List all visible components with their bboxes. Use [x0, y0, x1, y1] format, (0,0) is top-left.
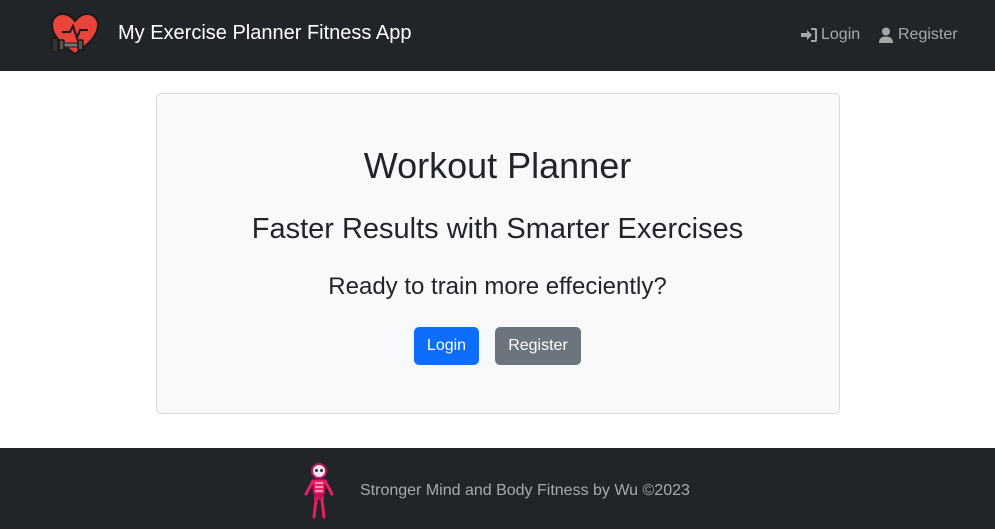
- footer-copyright: Stronger Mind and Body Fitness by Wu ©20…: [360, 482, 690, 499]
- skeleton-icon: [304, 463, 334, 519]
- page-title: Workout Planner: [363, 145, 632, 186]
- nav-login-link[interactable]: Login: [801, 24, 860, 46]
- hero-card: [156, 93, 840, 414]
- register-button[interactable]: Register: [495, 327, 581, 365]
- hero-question: Ready to train more effeciently?: [328, 273, 667, 300]
- hero-subtitle: Faster Results with Smarter Exercises: [251, 213, 744, 245]
- top-navbar: My Exercise Planner Fitness App Login Re…: [0, 0, 995, 71]
- sign-in-icon: [801, 28, 817, 42]
- user-icon: [879, 27, 893, 43]
- nav-register-label: Register: [898, 26, 958, 43]
- login-button[interactable]: Login: [414, 327, 479, 365]
- nav-login-label: Login: [821, 26, 861, 43]
- nav-register-link[interactable]: Register: [878, 24, 958, 46]
- brand-title[interactable]: My Exercise Planner Fitness App: [118, 21, 411, 45]
- heart-dumbbell-icon[interactable]: [50, 12, 100, 56]
